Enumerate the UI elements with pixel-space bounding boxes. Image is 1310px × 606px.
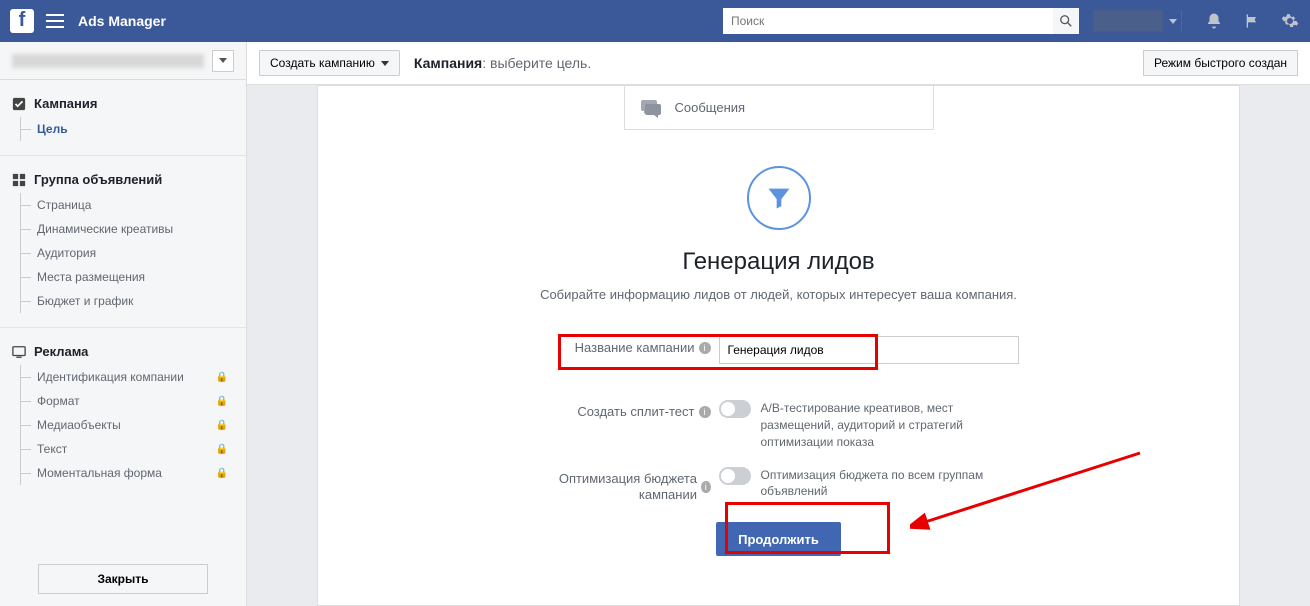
- nav-item-goal[interactable]: Цель: [21, 117, 246, 141]
- breadcrumb: Кампания: выберите цель.: [414, 55, 591, 71]
- continue-button[interactable]: Продолжить: [716, 522, 841, 556]
- caret-down-icon: [219, 58, 227, 63]
- lock-icon: 🔒: [216, 420, 228, 431]
- nav-item-identity[interactable]: Идентификация компании🔒: [21, 365, 246, 389]
- budget-opt-label: Оптимизация бюджета кампанииi: [539, 467, 719, 505]
- nav-ad-header[interactable]: Реклама: [0, 338, 246, 365]
- nav-campaign-header[interactable]: Кампания: [0, 90, 246, 117]
- info-icon[interactable]: i: [699, 406, 711, 418]
- nav-item-audience[interactable]: Аудитория: [21, 241, 246, 265]
- settings-gear-icon[interactable]: [1280, 11, 1300, 31]
- nav-item-dynamic[interactable]: Динамические креативы: [21, 217, 246, 241]
- app-title: Ads Manager: [78, 13, 166, 29]
- monitor-icon: [12, 345, 26, 359]
- search-input[interactable]: [723, 8, 1053, 34]
- close-button[interactable]: Закрыть: [38, 564, 208, 594]
- account-selector[interactable]: [1093, 10, 1163, 32]
- objective-description: Собирайте информацию лидов от людей, кот…: [519, 286, 1039, 304]
- split-test-description: A/B-тестирование креативов, мест размеще…: [761, 400, 1019, 450]
- facebook-logo[interactable]: f: [10, 9, 34, 33]
- lock-icon: 🔒: [216, 372, 228, 383]
- split-test-label: Создать сплит-тестi: [539, 400, 719, 419]
- objective-option-messages[interactable]: Сообщения: [624, 86, 934, 130]
- account-dropdown[interactable]: [0, 42, 246, 80]
- lock-icon: 🔒: [216, 396, 228, 407]
- nav-item-placements[interactable]: Места размещения: [21, 265, 246, 289]
- nav-item-format[interactable]: Формат🔒: [21, 389, 246, 413]
- search-button[interactable]: [1053, 8, 1079, 34]
- funnel-icon: [747, 166, 811, 230]
- objective-heading: Генерация лидов: [318, 248, 1239, 276]
- nav-item-instantform[interactable]: Моментальная форма🔒: [21, 461, 246, 485]
- flag-icon[interactable]: [1242, 11, 1262, 31]
- grid-icon: [12, 173, 26, 187]
- nav-item-page[interactable]: Страница: [21, 193, 246, 217]
- checkbox-icon: [12, 97, 26, 111]
- campaign-name-input[interactable]: [719, 336, 1019, 364]
- budget-opt-description: Оптимизация бюджета по всем группам объя…: [761, 467, 1019, 501]
- info-icon[interactable]: i: [699, 342, 711, 354]
- hamburger-icon[interactable]: [46, 14, 64, 28]
- nav-adset-header[interactable]: Группа объявлений: [0, 166, 246, 193]
- notifications-icon[interactable]: [1204, 11, 1224, 31]
- info-icon[interactable]: i: [701, 481, 711, 493]
- lock-icon: 🔒: [216, 468, 228, 479]
- campaign-name-label: Название кампанииi: [539, 336, 719, 355]
- create-campaign-dropdown[interactable]: Создать кампанию: [259, 50, 400, 76]
- nav-item-budget[interactable]: Бюджет и график: [21, 289, 246, 313]
- search-icon: [1059, 14, 1073, 28]
- caret-down-icon: [381, 61, 389, 66]
- lock-icon: 🔒: [216, 444, 228, 455]
- quick-mode-button[interactable]: Режим быстрого создан: [1143, 50, 1298, 76]
- messages-icon: [639, 96, 663, 120]
- split-test-toggle[interactable]: [719, 400, 751, 418]
- nav-item-text[interactable]: Текст🔒: [21, 437, 246, 461]
- nav-item-media[interactable]: Медиаобъекты🔒: [21, 413, 246, 437]
- budget-opt-toggle[interactable]: [719, 467, 751, 485]
- caret-down-icon: [1169, 19, 1177, 24]
